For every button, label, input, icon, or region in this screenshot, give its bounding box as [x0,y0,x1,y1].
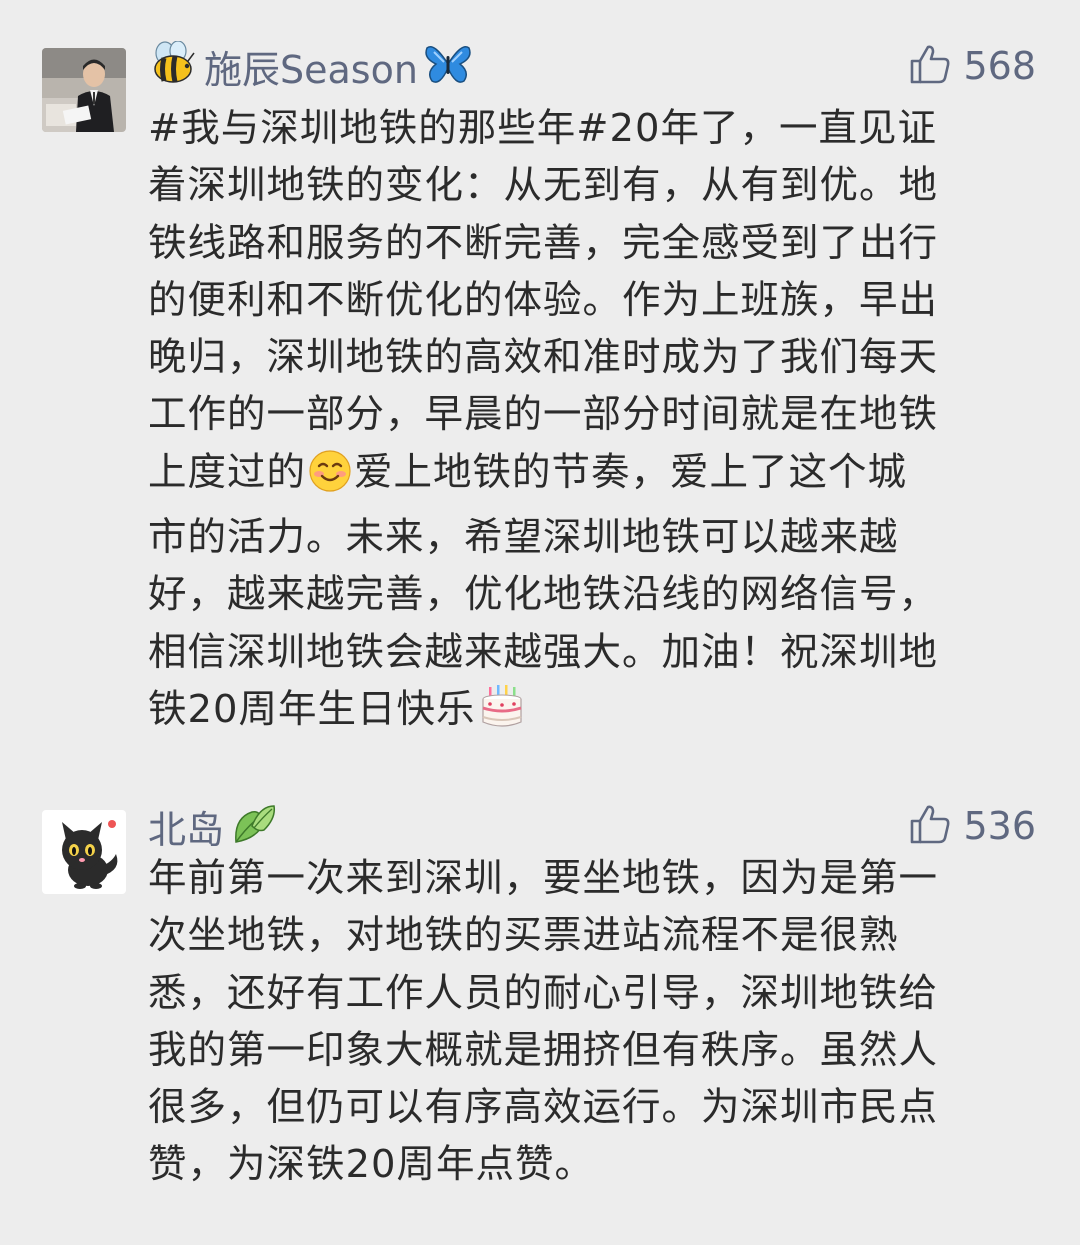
butterfly-icon [424,42,472,90]
text-line: 工作的一部分，早晨的一部分时间就是在地铁 [148,392,939,438]
username-row: 北岛 [148,798,278,854]
text-line: 相信深圳地铁会越来越强大。加油！祝深圳地 [148,629,939,675]
birthday-cake-icon [478,684,526,746]
thumbs-up-icon [909,803,951,849]
text-line: 年前第一次来到深圳，要坐地铁，因为是第一 [148,856,939,901]
username[interactable]: 施辰Season [204,39,418,94]
text-line: 着深圳地铁的变化：从无到有，从有到优。地 [148,163,939,209]
text-line: 铁20周年生日快乐 [148,681,1033,746]
black-cat-icon [42,810,126,894]
text-line: 我的第一印象大概就是拥挤但有秩序。虽然人 [148,1027,939,1073]
username-row: 施辰Season [148,38,472,94]
text-line: 市的活力。未来，希望深圳地铁可以越来越 [148,515,899,561]
smile-emoji-icon [308,449,352,509]
text-segment: 上度过的 [148,449,307,495]
comment-text: #我与深圳地铁的那些年#20年了，一直见证 着深圳地铁的变化：从无到有，从有到优… [148,100,1033,746]
text-line: 的便利和不断优化的体验。作为上班族，早出 [148,277,939,323]
like-button[interactable]: 536 [909,798,1036,854]
text-line: 悉，还好有工作人员的耐心引导，深圳地铁给 [148,970,939,1016]
avatar[interactable] [42,810,126,894]
comment-text: 年前第一次来到深圳，要坐地铁，因为是第一 次坐地铁，对地铁的买票进站流程不是很熟… [148,850,1033,1194]
text-line: 好，越来越完善，优化地铁沿线的网络信号， [148,572,939,618]
user-photo-icon [42,48,126,132]
username[interactable]: 北岛 [148,799,224,854]
text-line: 上度过的 爱上地铁的节奏，爱上了这个城 [148,444,1033,509]
like-button[interactable]: 568 [909,38,1036,94]
like-count: 568 [963,44,1036,88]
text-line: 赞，为深铁20周年点赞。 [148,1142,594,1188]
bee-icon [148,40,198,91]
text-line: 晚归，深圳地铁的高效和准时成为了我们每天 [148,335,939,381]
text-line: 次坐地铁，对地铁的买票进站流程不是很熟 [148,913,899,959]
text-line: 铁线路和服务的不断完善，完全感受到了出行 [148,220,939,266]
thumbs-up-icon [909,43,951,89]
like-count: 536 [963,804,1036,848]
text-segment: 铁20周年生日快乐 [148,686,476,732]
text-line: #我与深圳地铁的那些年#20年了，一直见证 [148,106,938,151]
text-segment: 爱上地铁的节奏，爱上了这个城 [354,449,908,495]
comment-item: 北岛 536 年前第一次来到深圳，要坐地铁，因为是第一 次坐地铁，对地铁的买票进… [0,790,1080,1245]
text-line: 很多，但仍可以有序高效运行。为深圳市民点 [148,1085,939,1131]
avatar[interactable] [42,48,126,132]
leaf-icon [230,802,278,850]
comment-item: 施辰Season 568 #我与深圳地铁的那些年#20年了，一直见证 着深圳地铁… [0,0,1080,760]
